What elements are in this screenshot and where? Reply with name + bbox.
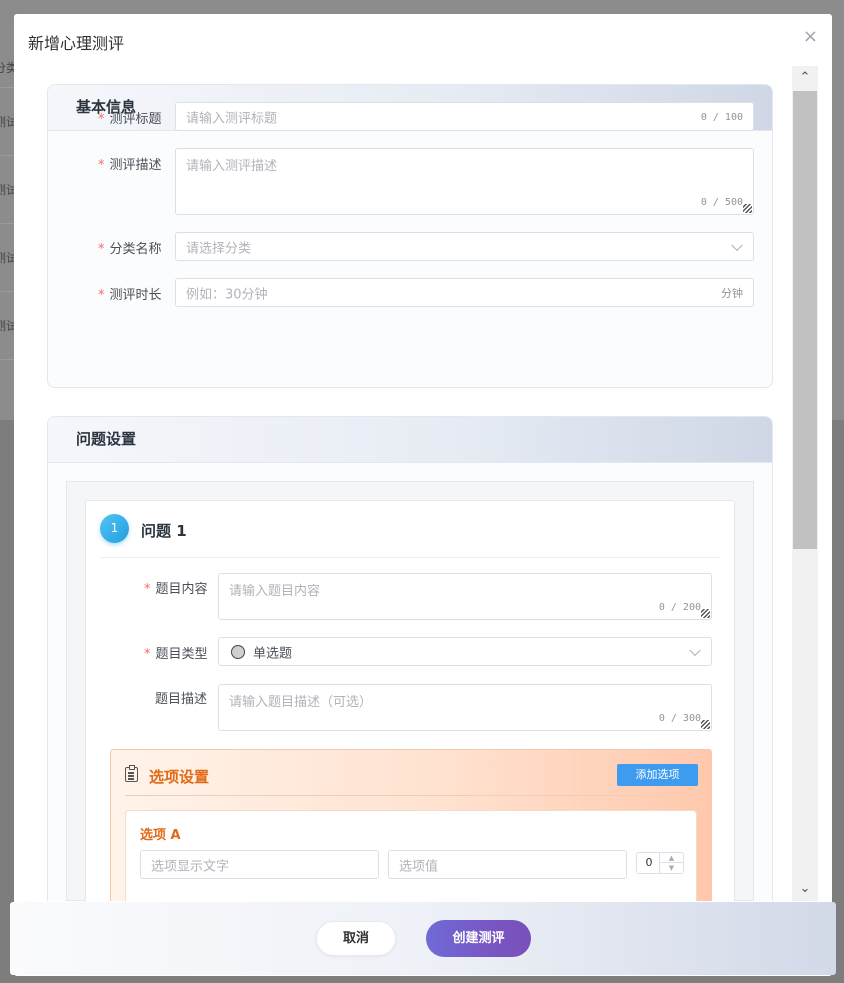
divider — [100, 557, 720, 558]
question-type-select[interactable]: 单选题 — [218, 637, 712, 666]
create-assessment-button[interactable]: 创建测评 — [426, 920, 531, 957]
title-field-label-text: 测评标题 — [109, 112, 162, 127]
option-item: 选项 A 选项显示文字 选项值 0 ▲ ▼ — [125, 810, 697, 901]
option-score-value[interactable]: 0 — [637, 853, 661, 873]
title-char-counter: 0 / 100 — [700, 112, 743, 123]
background-row: 分类 — [0, 48, 14, 88]
background-row: 测试 — [0, 88, 14, 156]
create-assessment-dialog: 新增心理测评 × 基本信息 * 测评标题 请输入测评标题 0 / 100 * 测评描… — [14, 14, 832, 976]
dialog-footer: 取消 创建测评 — [10, 902, 836, 975]
scrollbar-thumb[interactable] — [793, 91, 817, 549]
question-list: 1 问题 1 * 题目内容 请输入题目内容 0 / 200 * 题目类型 单选题 — [66, 481, 754, 901]
scroll-down-icon[interactable]: ⌄ — [792, 877, 818, 901]
background-row-text: 测试 — [0, 88, 14, 155]
resize-handle-icon[interactable] — [701, 720, 710, 729]
option-text-input[interactable]: 选项显示文字 — [140, 850, 379, 879]
add-option-button[interactable]: 添加选项 — [617, 764, 698, 786]
background-row: 测试 — [0, 156, 14, 224]
dialog-body[interactable]: 基本信息 * 测评标题 请输入测评标题 0 / 100 * 测评描述 请输入测评描述… — [14, 66, 832, 901]
question-settings-heading: 问题设置 — [48, 417, 772, 463]
question-type-label: * 题目类型 — [144, 643, 208, 662]
background-row-text: 分类 — [0, 48, 14, 87]
required-mark: * — [144, 647, 151, 662]
option-score-stepper[interactable]: 0 ▲ ▼ — [636, 852, 684, 874]
title-input-placeholder: 请输入测评标题 — [186, 111, 278, 126]
option-value-input[interactable]: 选项值 — [388, 850, 627, 879]
chevron-down-icon — [731, 239, 743, 251]
desc-textarea-placeholder: 请输入测评描述 — [186, 159, 278, 174]
cancel-button[interactable]: 取消 — [316, 921, 396, 956]
background-row: 测试 — [0, 224, 14, 292]
required-mark: * — [98, 112, 105, 127]
question-number-badge: 1 — [100, 514, 129, 543]
background-row-text: 测试 — [0, 292, 14, 359]
question-desc-counter: 0 / 300 — [658, 713, 701, 724]
dialog-title: 新增心理测评 — [28, 34, 125, 53]
question-card: 1 问题 1 * 题目内容 请输入题目内容 0 / 200 * 题目类型 单选题 — [85, 500, 735, 901]
question-title: 问题 1 — [141, 522, 187, 540]
question-type-label-text: 题目类型 — [155, 647, 208, 662]
scrollbar[interactable]: ⌃ ⌄ — [792, 66, 818, 901]
resize-handle-icon[interactable] — [701, 609, 710, 618]
category-select[interactable]: 请选择分类 — [175, 232, 754, 261]
category-field-label-text: 分类名称 — [109, 242, 162, 257]
title-input[interactable]: 请输入测评标题 0 / 100 — [175, 102, 754, 131]
desc-field-label: * 测评描述 — [98, 154, 162, 173]
background-row-text: 测试 — [0, 224, 14, 291]
category-field-label: * 分类名称 — [98, 238, 162, 257]
question-type-value: 单选题 — [253, 646, 293, 661]
duration-field-label: * 测评时长 — [98, 284, 162, 303]
question-desc-placeholder: 请输入题目描述（可选） — [229, 695, 373, 710]
question-content-placeholder: 请输入题目内容 — [229, 584, 321, 599]
required-mark: * — [98, 242, 105, 257]
option-label: 选项 A — [140, 828, 181, 843]
required-mark: * — [144, 582, 151, 597]
options-section: 选项设置 添加选项 选项 A 选项显示文字 选项值 0 ▲ ▼ — [110, 749, 712, 901]
chevron-down-icon — [689, 644, 701, 656]
options-heading: 选项设置 — [149, 768, 210, 786]
duration-unit-suffix: 分钟 — [721, 286, 743, 300]
question-settings-card: 问题设置 1 问题 1 * 题目内容 请输入题目内容 0 / 200 * 题目类型 — [47, 416, 773, 901]
background-row-text: 测试 — [0, 156, 14, 223]
scroll-up-icon[interactable]: ⌃ — [792, 66, 818, 90]
question-content-counter: 0 / 200 — [658, 602, 701, 613]
resize-handle-icon[interactable] — [743, 204, 752, 213]
duration-field-label-text: 测评时长 — [109, 288, 162, 303]
question-desc-label: 题目描述 — [155, 692, 208, 707]
question-desc-textarea[interactable]: 请输入题目描述（可选） 0 / 300 — [218, 684, 712, 731]
required-mark: * — [98, 158, 105, 173]
desc-char-counter: 0 / 500 — [700, 197, 743, 208]
divider — [125, 795, 697, 796]
question-content-label: * 题目内容 — [144, 578, 208, 597]
duration-input-placeholder: 例如：30分钟 — [186, 287, 268, 302]
required-mark: * — [98, 288, 105, 303]
clipboard-icon — [125, 765, 138, 782]
category-select-placeholder: 请选择分类 — [186, 241, 252, 256]
basic-info-card: 基本信息 * 测评标题 请输入测评标题 0 / 100 * 测评描述 请输入测评描述… — [47, 84, 773, 388]
increment-icon[interactable]: ▲ — [659, 853, 683, 863]
close-icon[interactable]: × — [803, 26, 818, 47]
option-text-placeholder: 选项显示文字 — [151, 859, 230, 874]
dialog-header: 新增心理测评 × — [14, 14, 832, 66]
question-content-textarea[interactable]: 请输入题目内容 0 / 200 — [218, 573, 712, 620]
option-value-placeholder: 选项值 — [399, 859, 439, 874]
title-field-label: * 测评标题 — [98, 108, 162, 127]
radio-icon — [231, 644, 245, 659]
decrement-icon[interactable]: ▼ — [659, 863, 683, 873]
desc-field-label-text: 测评描述 — [109, 158, 162, 173]
desc-textarea[interactable]: 请输入测评描述 0 / 500 — [175, 148, 754, 215]
question-content-label-text: 题目内容 — [155, 582, 208, 597]
background-row: 测试 — [0, 292, 14, 360]
duration-input[interactable]: 例如：30分钟 分钟 — [175, 278, 754, 307]
